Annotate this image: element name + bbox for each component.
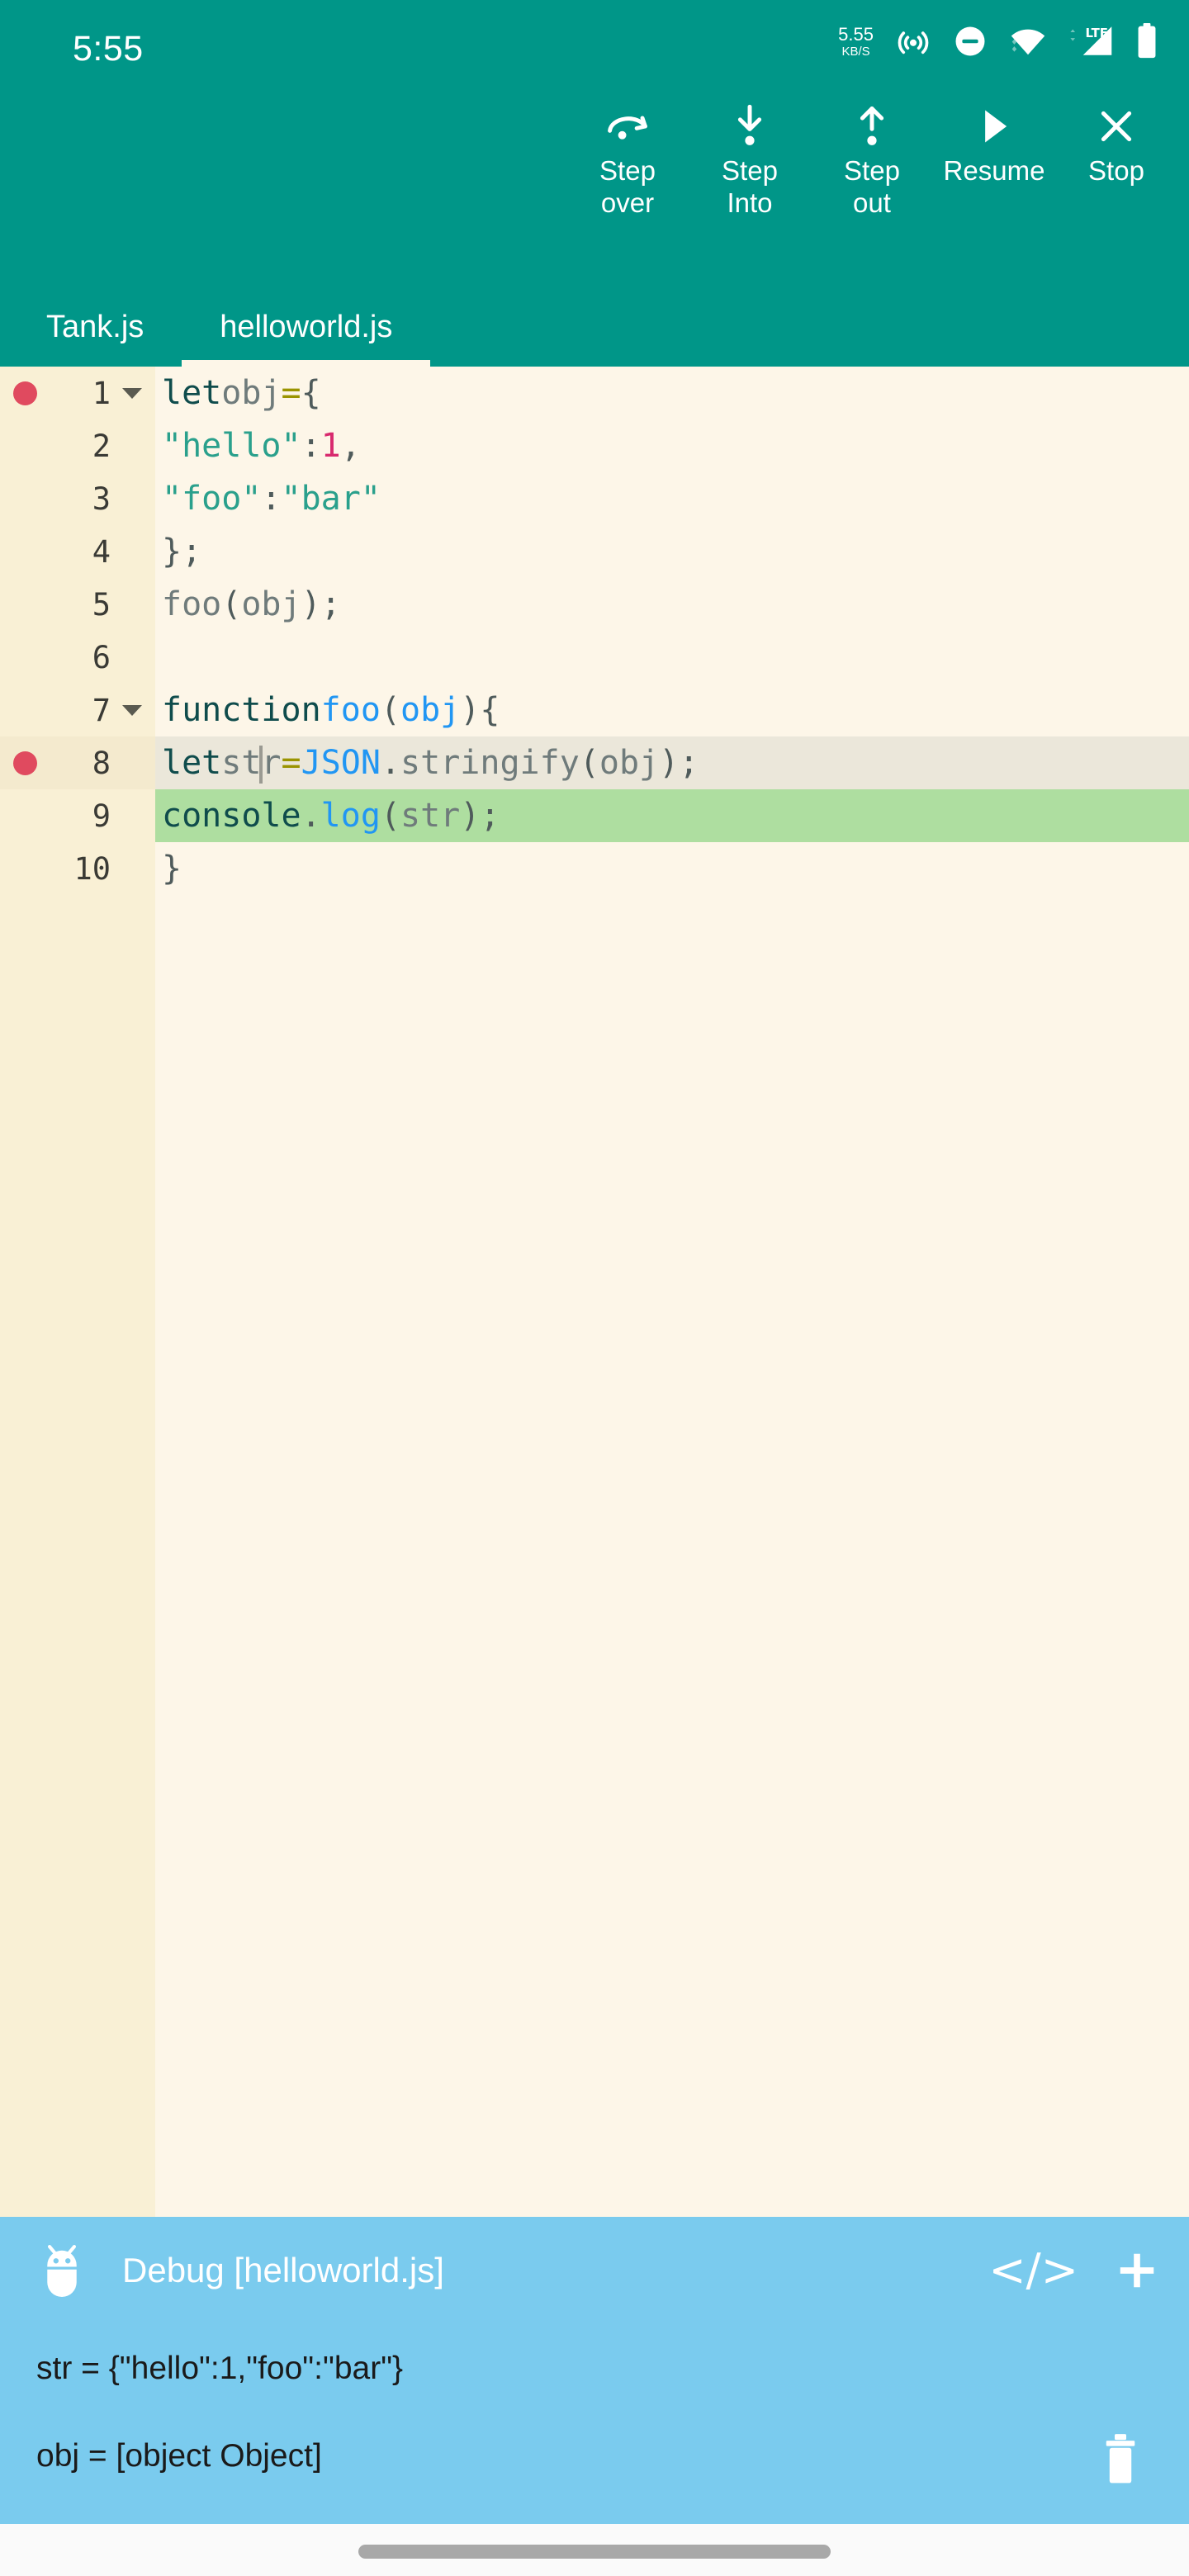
tab-helloworld-js-label: helloworld.js [220, 310, 393, 344]
add-icon[interactable] [1115, 2248, 1159, 2293]
code-text: function foo(obj) { [162, 691, 500, 729]
code-line[interactable]: 3 "foo": "bar" [0, 472, 1189, 525]
code-line-executing[interactable]: 9 console. log(str); [0, 789, 1189, 842]
gutter-cell[interactable]: 4 [0, 525, 155, 578]
step-out-label: Step out [844, 155, 900, 218]
tab-helloworld-js[interactable]: helloworld.js [182, 287, 431, 367]
line-number: 2 [92, 428, 111, 464]
step-into-label: Step Into [722, 155, 778, 218]
line-number: 8 [92, 745, 111, 781]
code-text: }; [162, 533, 202, 571]
line-number: 4 [92, 533, 111, 570]
android-bug-icon [47, 2245, 77, 2298]
step-over-icon [603, 99, 652, 154]
status-icon-tray: 5.55 KB/S LTE [838, 21, 1158, 61]
code-line[interactable]: 1 let obj = { [0, 367, 1189, 419]
file-tab-bar: Tank.js helloworld.js [0, 287, 1189, 367]
debug-variable-row[interactable]: str = {"hello":1,"foo":"bar"} [0, 2324, 1189, 2412]
code-text: console. log(str); [162, 797, 500, 835]
debug-variable-text: obj = [object Object] [36, 2437, 322, 2474]
app-root: 5:55 5.55 KB/S LTE Step over Step Into S… [0, 0, 1189, 2576]
status-bar: 5:55 5.55 KB/S LTE [0, 0, 1189, 76]
breakpoint-marker[interactable] [13, 751, 37, 775]
debug-toolbar: Step over Step Into Step out Resume Stop [0, 99, 1189, 281]
lte-signal-icon: LTE [1070, 26, 1112, 55]
gutter-cell[interactable]: 2 [0, 419, 155, 472]
code-line[interactable]: 2 "hello": 1, [0, 419, 1189, 472]
trash-icon[interactable] [1098, 2433, 1143, 2484]
app-header: 5:55 5.55 KB/S LTE Step over Step Into S… [0, 0, 1189, 367]
editor-lines: 1 let obj = { 2 "hello": 1, 3 "foo": "ba… [0, 367, 1189, 895]
code-line[interactable]: 5 foo(obj); [0, 578, 1189, 631]
code-text: let obj = { [162, 374, 321, 412]
battery-icon [1138, 23, 1156, 59]
line-number: 1 [92, 375, 111, 411]
code-line[interactable]: 6 [0, 631, 1189, 684]
debug-panel-actions: </> [988, 2217, 1159, 2324]
code-line[interactable]: 7 function foo(obj) { [0, 684, 1189, 736]
line-number: 10 [73, 850, 111, 887]
line-number: 5 [92, 586, 111, 623]
fold-toggle-icon[interactable] [122, 705, 142, 716]
step-over-label: Step over [599, 155, 656, 218]
code-line[interactable]: 10 } [0, 842, 1189, 895]
code-line[interactable]: 4 }; [0, 525, 1189, 578]
gutter-cell[interactable]: 6 [0, 631, 155, 684]
breakpoint-marker[interactable] [13, 381, 37, 405]
code-text: foo(obj); [162, 585, 341, 623]
line-number: 3 [92, 481, 111, 517]
stop-button[interactable]: Stop [1055, 99, 1177, 187]
system-navigation-bar [0, 2524, 1189, 2576]
step-into-icon [728, 99, 771, 154]
debug-panel-title: Debug [helloworld.js] [122, 2251, 444, 2290]
network-speed-indicator: 5.55 KB/S [838, 23, 874, 59]
gutter-cell[interactable]: 1 [0, 367, 155, 419]
resume-play-icon [974, 99, 1014, 154]
line-number: 9 [92, 798, 111, 834]
tab-tank-js[interactable]: Tank.js [0, 287, 182, 367]
do-not-disturb-icon [955, 26, 985, 56]
code-text: "foo": "bar" [162, 480, 381, 518]
stop-close-icon [1096, 99, 1137, 154]
status-clock: 5:55 [73, 29, 144, 69]
gutter-cell[interactable]: 10 [0, 842, 155, 895]
hotspot-icon [898, 31, 929, 54]
tab-tank-js-label: Tank.js [46, 310, 144, 344]
code-line-cursor[interactable]: 8 let st r = JSON. stringify(obj); [0, 736, 1189, 789]
stop-label: Stop [1088, 155, 1144, 186]
step-out-icon [850, 99, 893, 154]
debug-variable-row[interactable]: obj = [object Object] [0, 2412, 1189, 2499]
code-text: "hello": 1, [162, 427, 361, 465]
text-cursor [259, 746, 263, 784]
code-text: let st r = JSON. stringify(obj); [162, 744, 699, 784]
resume-label: Resume [943, 155, 1045, 186]
debug-variable-text: str = {"hello":1,"foo":"bar"} [36, 2350, 404, 2386]
gutter-cell[interactable]: 9 [0, 789, 155, 842]
code-text: } [162, 850, 182, 888]
network-speed-unit: KB/S [841, 44, 870, 59]
debug-panel: Debug [helloworld.js] </> str = {"hello"… [0, 2217, 1189, 2524]
code-icon[interactable]: </> [988, 2248, 1078, 2293]
gutter-cell[interactable]: 5 [0, 578, 155, 631]
code-editor[interactable]: 1 let obj = { 2 "hello": 1, 3 "foo": "ba… [0, 367, 1189, 2217]
line-number: 6 [92, 639, 111, 675]
wifi-icon [1011, 29, 1045, 55]
fold-toggle-icon[interactable] [122, 388, 142, 399]
debug-variable-list: str = {"hello":1,"foo":"bar"} obj = [obj… [0, 2324, 1189, 2499]
gutter-cell[interactable]: 8 [0, 736, 155, 789]
network-speed-value: 5.55 [838, 23, 874, 45]
gesture-handle[interactable] [358, 2545, 831, 2559]
step-out-button[interactable]: Step out [811, 99, 933, 220]
gutter-cell[interactable]: 7 [0, 684, 155, 736]
line-number: 7 [92, 692, 111, 728]
step-into-button[interactable]: Step Into [689, 99, 811, 220]
step-over-button[interactable]: Step over [566, 99, 689, 220]
gutter-cell[interactable]: 3 [0, 472, 155, 525]
resume-button[interactable]: Resume [933, 99, 1055, 187]
debug-panel-header: Debug [helloworld.js] </> [0, 2217, 1189, 2324]
